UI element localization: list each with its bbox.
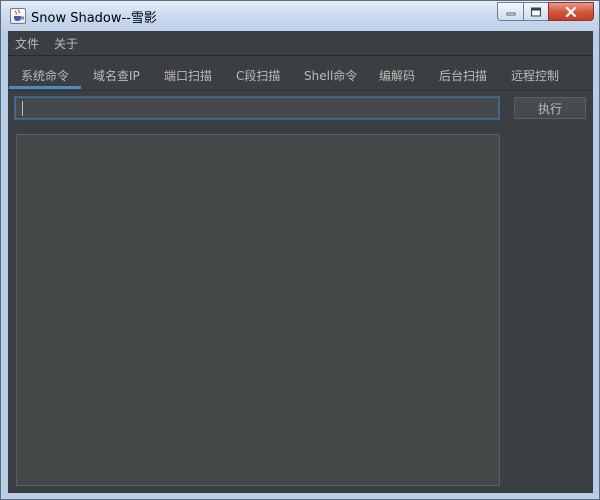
maximize-button[interactable] xyxy=(523,2,548,21)
tab-domain-lookup[interactable]: 域名查IP xyxy=(93,67,140,84)
minimize-icon xyxy=(506,12,515,15)
tab-remote-control[interactable]: 远程控制 xyxy=(511,67,559,84)
menu-bar: 文件 关于 xyxy=(8,31,593,56)
minimize-button[interactable] xyxy=(497,2,523,21)
title-bar[interactable]: Snow Shadow--雪影 xyxy=(1,1,599,31)
tab-bar: 系统命令 域名查IP 端口扫描 C段扫描 Shell命令 编解码 后台扫描 远程… xyxy=(8,56,593,91)
menu-file[interactable]: 文件 xyxy=(15,35,39,52)
output-area[interactable] xyxy=(16,134,500,486)
client-area: 文件 关于 系统命令 域名查IP 端口扫描 C段扫描 Shell命令 编解码 后… xyxy=(8,31,593,493)
window-controls xyxy=(497,2,594,21)
maximize-icon xyxy=(531,7,541,16)
tab-port-scan[interactable]: 端口扫描 xyxy=(164,67,212,84)
tab-c-segment-scan[interactable]: C段扫描 xyxy=(236,67,280,84)
tab-encode-decode[interactable]: 编解码 xyxy=(379,67,415,84)
app-window: Snow Shadow--雪影 文件 关于 系统命令 域名查IP 端口扫描 C段… xyxy=(0,0,600,500)
text-caret xyxy=(22,101,23,116)
tab-system-command[interactable]: 系统命令 xyxy=(21,67,69,84)
window-title: Snow Shadow--雪影 xyxy=(31,11,157,26)
tab-admin-scan[interactable]: 后台扫描 xyxy=(439,67,487,84)
execute-button[interactable]: 执行 xyxy=(514,97,586,119)
close-icon xyxy=(565,6,577,17)
close-button[interactable] xyxy=(548,2,594,21)
java-cup-icon[interactable] xyxy=(10,8,26,24)
active-tab-indicator xyxy=(9,86,81,89)
tab-shell-command[interactable]: Shell命令 xyxy=(304,67,357,84)
menu-about[interactable]: 关于 xyxy=(54,35,78,52)
command-input[interactable] xyxy=(15,97,499,119)
